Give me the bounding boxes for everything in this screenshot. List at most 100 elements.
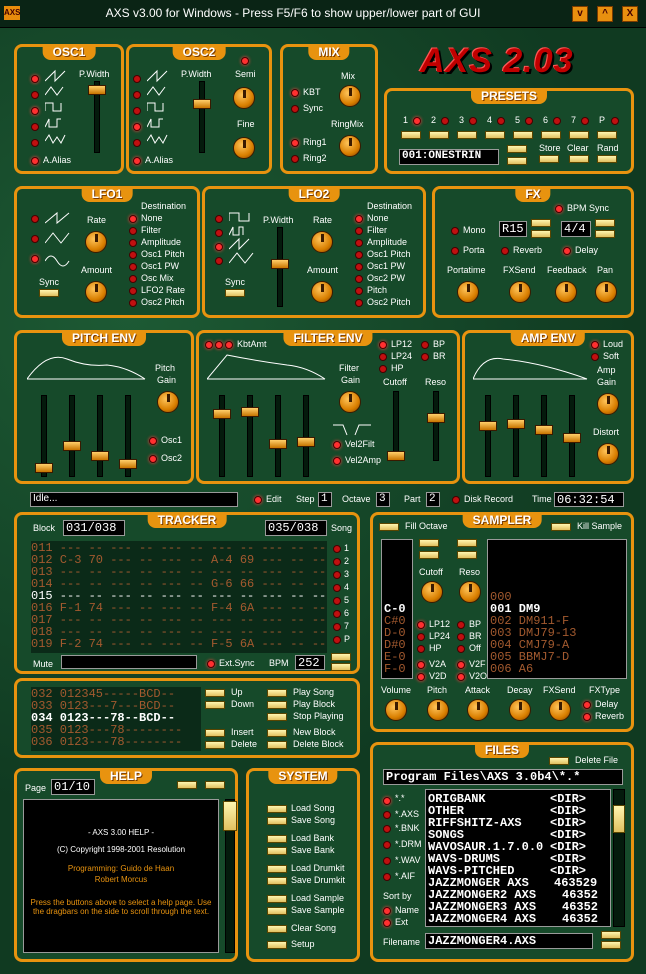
kbt-led[interactable] [291,89,299,97]
track-1-led[interactable] [333,545,341,553]
feedback-knob[interactable] [555,281,577,303]
track-7-led[interactable] [333,623,341,631]
note-list[interactable]: C-0 C#0 D-0 D#0 E-0 F-0 [381,539,413,679]
store-button[interactable] [539,155,559,163]
lfo1-rate-knob[interactable] [85,231,107,253]
lp12-led[interactable] [379,341,387,349]
preset-prev-button[interactable] [401,131,421,139]
preset-btn-7[interactable] [569,131,589,139]
sampler-reverb-led[interactable] [583,713,591,721]
preset-7-led[interactable] [581,117,589,125]
song-up-button[interactable] [205,689,225,697]
lfo1-dest-led-1[interactable] [129,227,137,235]
sampler-reso-knob[interactable] [459,581,481,603]
tracker-row[interactable]: 019 F-2 74 --- -- --- -- F-5 6A --- -- -… [31,637,327,651]
sampler-volume-knob[interactable] [385,699,407,721]
lp24-led[interactable] [379,353,387,361]
ringmix-knob[interactable] [339,135,361,157]
help-page-display[interactable]: 01/10 [51,779,95,795]
osc2-fine-knob[interactable] [233,137,255,159]
maximize-button[interactable]: ^ [597,6,613,22]
lfo1-dest-led-4[interactable] [129,263,137,271]
sampler-fxsend-knob[interactable] [549,699,571,721]
pitch-env-sustain-thumb[interactable] [91,451,109,461]
reverb-led[interactable] [501,247,509,255]
song-row[interactable]: 036 0123---78-------- [31,735,182,749]
song-sequence[interactable]: 032 012345-----BCD-- 033 0123---7---BCD-… [31,687,201,751]
pitch-env-sustain-slider[interactable] [97,395,103,477]
sampler-decay-knob[interactable] [509,699,531,721]
help-next-button[interactable] [205,781,225,789]
lfo1-wave-saw-led[interactable] [31,215,39,223]
sampler-lp24-led[interactable] [417,633,425,641]
save-sample-button[interactable] [267,907,287,915]
preset-6-led[interactable] [553,117,561,125]
clear-button[interactable] [569,155,589,163]
lfo2-dest-led-7[interactable] [355,299,363,307]
osc2-wave-pulse-led[interactable] [133,123,141,131]
song-down-button[interactable] [205,701,225,709]
block-display[interactable]: 031/038 [63,520,125,536]
sampler-btn-2[interactable] [419,551,439,559]
play-block-button[interactable] [267,701,287,709]
load-sample-button[interactable] [267,895,287,903]
close-button[interactable]: X [622,6,638,22]
pitch-env-attack-thumb[interactable] [35,463,53,473]
filter-env-release-slider[interactable] [303,395,309,477]
lfo2-rate-knob[interactable] [311,231,333,253]
vel2filt-led[interactable] [333,441,341,449]
preset-btn-p[interactable] [597,131,617,139]
preset-2-led[interactable] [441,117,449,125]
save-drumkit-button[interactable] [267,877,287,885]
pitch-env-gain-knob[interactable] [157,391,179,413]
osc2-wave-tri-led[interactable] [133,91,141,99]
track-2-led[interactable] [333,558,341,566]
lfo2-sync-button[interactable] [225,289,245,297]
loud-led[interactable] [591,341,599,349]
kbt-amt-led-1[interactable] [205,341,213,349]
song-delete-button[interactable] [205,741,225,749]
ext-sync-led[interactable] [207,660,215,668]
preset-btn-6[interactable] [541,131,561,139]
load-drumkit-button[interactable] [267,865,287,873]
track-4-led[interactable] [333,584,341,592]
lfo2-dest-led-1[interactable] [355,227,363,235]
preset-3-led[interactable] [469,117,477,125]
song-insert-button[interactable] [205,729,225,737]
filter-env-attack-slider[interactable] [219,395,225,477]
filter-env-release-thumb[interactable] [297,437,315,447]
sample-list[interactable]: 000 001 DM9 002 DM911-F 003 DMJ79-13 004… [487,539,627,679]
amp-env-decay-thumb[interactable] [507,419,525,429]
preset-up-button[interactable] [507,145,527,153]
preset-btn-4[interactable] [485,131,505,139]
filter-env-decay-thumb[interactable] [241,407,259,417]
bpm-down-button[interactable] [331,663,351,671]
soft-led[interactable] [591,353,599,361]
filter-env-gain-knob[interactable] [339,391,361,413]
osc2-wave-saw-led[interactable] [133,75,141,83]
help-scroll-thumb[interactable] [223,801,237,831]
disk-record-led[interactable] [452,496,460,504]
preset-btn-3[interactable] [457,131,477,139]
kbt-amt-led-3[interactable] [225,341,233,349]
track-3-led[interactable] [333,571,341,579]
pitch-env-decay-slider[interactable] [69,395,75,477]
reso-slider[interactable] [433,391,439,461]
lfo2-dest-led-6[interactable] [355,287,363,295]
track-p-led[interactable] [333,636,341,644]
osc2-pwidth-thumb[interactable] [193,99,211,109]
sampler-btn-1[interactable] [419,539,439,547]
filter-all-led[interactable] [383,797,391,805]
lfo1-dest-led-5[interactable] [129,275,137,283]
sample-item[interactable]: 006 A6 [490,662,533,676]
sync-led[interactable] [291,105,299,113]
filename-input[interactable]: JAZZMONGER4.AXS [425,933,593,949]
sampler-hp-led[interactable] [417,645,425,653]
preset-down-button[interactable] [507,157,527,165]
filter-drm-led[interactable] [383,841,391,849]
filter-aif-led[interactable] [383,873,391,881]
osc1-wave-square-led[interactable] [31,107,39,115]
minimize-button[interactable]: v [572,6,588,22]
octave-value[interactable]: 3 [376,492,390,507]
lfo2-wave-square-led[interactable] [215,215,223,223]
